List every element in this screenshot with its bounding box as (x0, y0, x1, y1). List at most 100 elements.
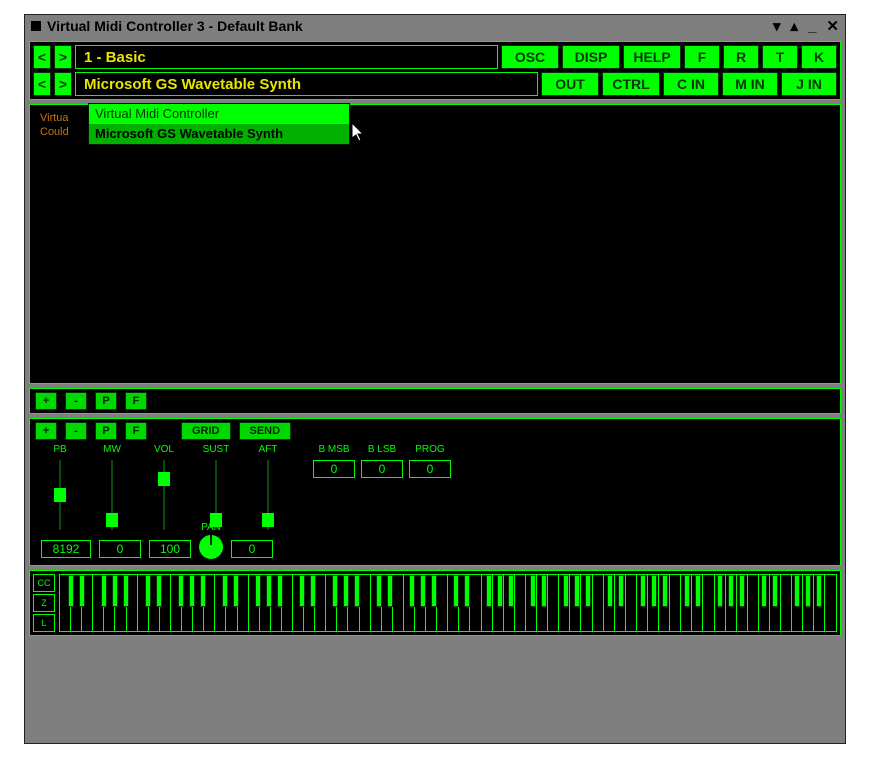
p-button-2[interactable]: P (95, 422, 117, 440)
slider-track[interactable] (215, 460, 217, 530)
black-key[interactable] (684, 575, 690, 607)
black-key[interactable] (332, 575, 338, 607)
p-button[interactable]: P (95, 392, 117, 410)
black-key[interactable] (79, 575, 85, 607)
plus-button-2[interactable]: + (35, 422, 57, 440)
black-key[interactable] (431, 575, 437, 607)
black-key[interactable] (464, 575, 470, 607)
pb-slider[interactable]: PB (41, 444, 79, 530)
f-small-button-2[interactable]: F (125, 422, 147, 440)
num-value[interactable]: 0 (409, 460, 451, 478)
min-button[interactable]: M IN (722, 72, 778, 96)
mw-value[interactable]: 0 (99, 540, 141, 558)
white-key[interactable] (592, 575, 603, 631)
slider-thumb[interactable] (262, 513, 274, 527)
black-key[interactable] (277, 575, 283, 607)
white-key[interactable] (780, 575, 791, 631)
black-key[interactable] (574, 575, 580, 607)
white-key[interactable] (547, 575, 558, 631)
black-key[interactable] (563, 575, 569, 607)
ctrl-button[interactable]: CTRL (602, 72, 660, 96)
cc-button[interactable]: CC (33, 574, 55, 592)
vol-slider[interactable]: VOL (145, 444, 183, 530)
preset-next-button[interactable]: > (54, 45, 72, 69)
white-key[interactable] (514, 575, 525, 631)
black-key[interactable] (640, 575, 646, 607)
black-key[interactable] (497, 575, 503, 607)
device-dropdown[interactable]: Virtual Midi Controller Microsoft GS Wav… (88, 103, 350, 145)
slider-track[interactable] (111, 460, 113, 530)
aft-slider[interactable]: AFT (249, 444, 287, 530)
white-key[interactable] (702, 575, 713, 631)
black-key[interactable] (68, 575, 74, 607)
slider-thumb[interactable] (210, 513, 222, 527)
black-key[interactable] (541, 575, 547, 607)
black-key[interactable] (695, 575, 701, 607)
black-key[interactable] (794, 575, 800, 607)
device-next-button[interactable]: > (54, 72, 72, 96)
white-key[interactable] (669, 575, 680, 631)
r-button[interactable]: R (723, 45, 759, 69)
slider-track[interactable] (267, 460, 269, 530)
black-key[interactable] (618, 575, 624, 607)
white-key[interactable] (625, 575, 636, 631)
minus-button-2[interactable]: - (65, 422, 87, 440)
dropdown-item[interactable]: Virtual Midi Controller (89, 104, 349, 124)
black-key[interactable] (530, 575, 536, 607)
num-value[interactable]: 0 (361, 460, 403, 478)
t-button[interactable]: T (762, 45, 798, 69)
black-key[interactable] (739, 575, 745, 607)
l-button[interactable]: L (33, 614, 55, 632)
black-key[interactable] (299, 575, 305, 607)
aft-value[interactable]: 0 (231, 540, 273, 558)
black-key[interactable] (486, 575, 492, 607)
plus-button[interactable]: + (35, 392, 57, 410)
mw-slider[interactable]: MW (93, 444, 131, 530)
device-display[interactable]: Microsoft GS Wavetable Synth (75, 72, 538, 96)
minus-button[interactable]: - (65, 392, 87, 410)
black-key[interactable] (453, 575, 459, 607)
black-key[interactable] (387, 575, 393, 607)
cin-button[interactable]: C IN (663, 72, 719, 96)
black-key[interactable] (662, 575, 668, 607)
black-key[interactable] (178, 575, 184, 607)
jin-button[interactable]: J IN (781, 72, 837, 96)
white-key[interactable] (359, 575, 370, 631)
num-value[interactable]: 0 (313, 460, 355, 478)
help-button[interactable]: HELP (623, 45, 681, 69)
slider-thumb[interactable] (54, 488, 66, 502)
black-key[interactable] (508, 575, 514, 607)
black-key[interactable] (310, 575, 316, 607)
keyboard[interactable] (59, 574, 837, 632)
black-key[interactable] (651, 575, 657, 607)
black-key[interactable] (145, 575, 151, 607)
black-key[interactable] (222, 575, 228, 607)
white-key[interactable] (436, 575, 447, 631)
black-key[interactable] (200, 575, 206, 607)
black-key[interactable] (585, 575, 591, 607)
black-key[interactable] (409, 575, 415, 607)
sust-slider[interactable]: SUST (197, 444, 235, 530)
white-key[interactable] (469, 575, 480, 631)
slider-thumb[interactable] (158, 472, 170, 486)
device-prev-button[interactable]: < (33, 72, 51, 96)
disp-button[interactable]: DISP (562, 45, 620, 69)
black-key[interactable] (772, 575, 778, 607)
f-button[interactable]: F (684, 45, 720, 69)
white-key[interactable] (392, 575, 403, 631)
white-key[interactable] (824, 575, 835, 631)
close-icon[interactable]: ✕ (826, 17, 839, 35)
black-key[interactable] (816, 575, 822, 607)
f-small-button[interactable]: F (125, 392, 147, 410)
black-key[interactable] (805, 575, 811, 607)
k-button[interactable]: K (801, 45, 837, 69)
out-button[interactable]: OUT (541, 72, 599, 96)
pan-knob[interactable] (199, 535, 223, 559)
black-key[interactable] (112, 575, 118, 607)
caret-up-icon[interactable]: ▴ (791, 17, 799, 35)
slider-track[interactable] (163, 460, 165, 530)
black-key[interactable] (189, 575, 195, 607)
black-key[interactable] (255, 575, 261, 607)
black-key[interactable] (233, 575, 239, 607)
black-key[interactable] (761, 575, 767, 607)
